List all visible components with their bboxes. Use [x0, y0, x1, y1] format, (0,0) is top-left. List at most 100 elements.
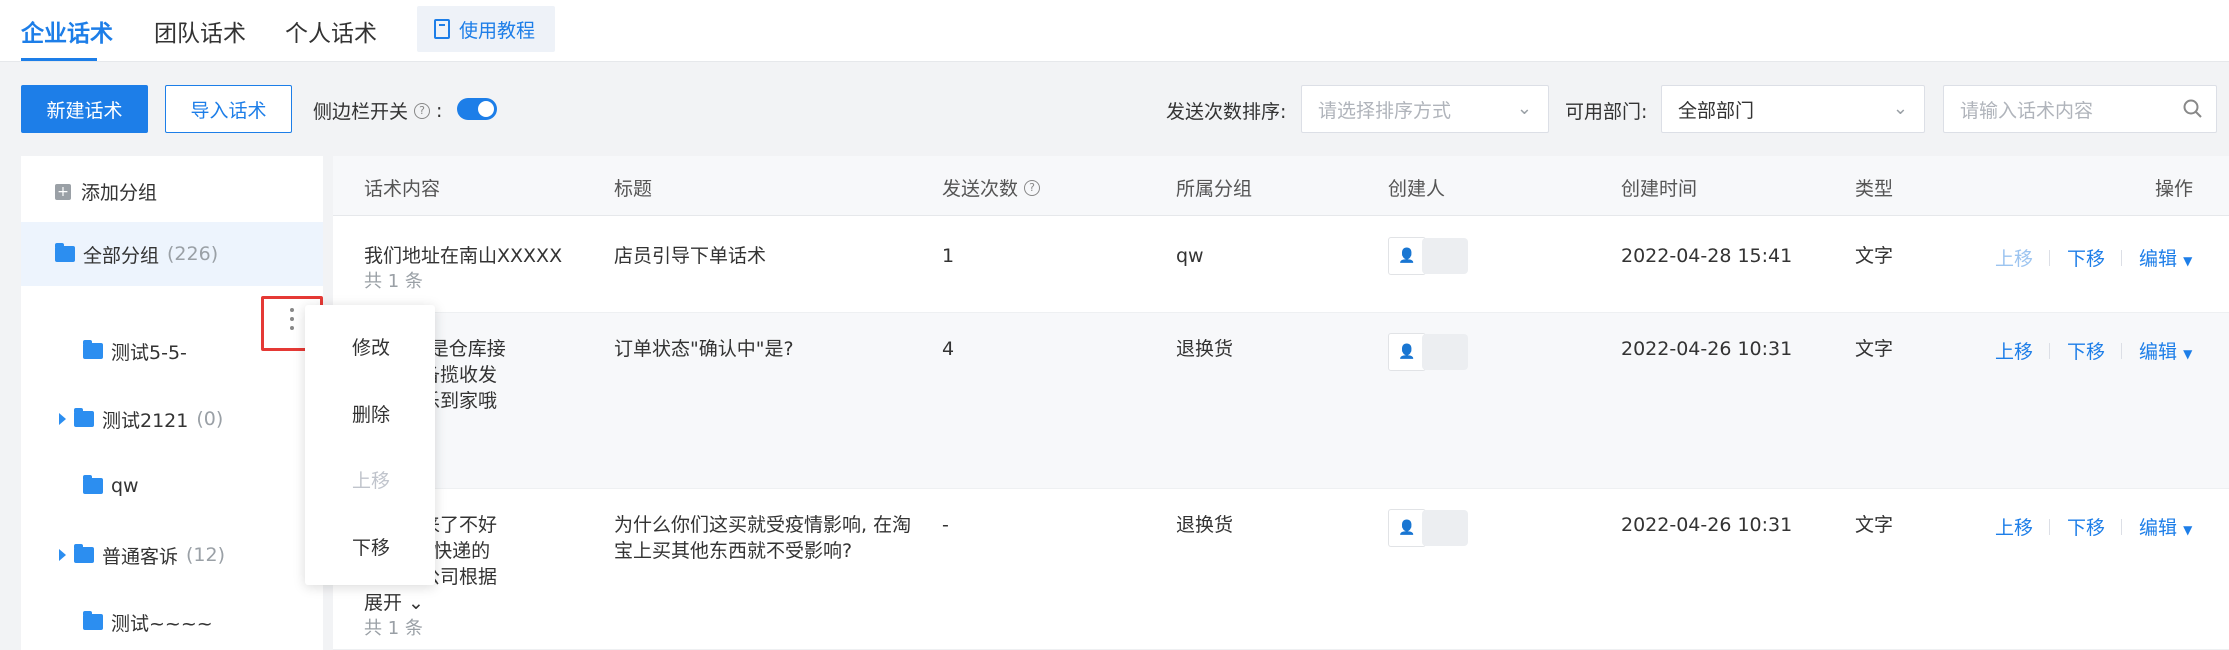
top-tab-bar: 企业话术 团队话术 个人话术 使用教程	[0, 0, 2229, 62]
plus-icon: +	[55, 183, 71, 200]
menu-item-move-up[interactable]: 上移	[352, 466, 390, 493]
sidebar-item-complaints[interactable]: 普通客诉 (12)	[21, 523, 323, 587]
col-content: 话术内容	[364, 178, 441, 200]
row-type: 文字	[1855, 338, 1894, 360]
active-tab-indicator	[21, 58, 97, 61]
sidebar-switch-label: 侧边栏开关 ? :	[313, 99, 443, 124]
sidebar-item-test-tilde[interactable]: 测试~~~~	[21, 590, 323, 650]
move-up-button[interactable]: 上移	[1995, 244, 2033, 271]
row-type: 文字	[1855, 514, 1894, 536]
search-icon[interactable]	[2182, 98, 2204, 120]
edit-button[interactable]: 编辑 ▼	[2139, 244, 2192, 271]
search-input[interactable]: 请输入话术内容	[1943, 85, 2217, 133]
col-creator: 创建人	[1388, 178, 1446, 200]
col-type: 类型	[1855, 178, 1894, 200]
caret-down-icon: ▼	[2183, 523, 2193, 537]
folder-icon	[74, 408, 94, 427]
col-title: 标题	[614, 178, 653, 200]
expand-toggle[interactable]: 展开 ⌄	[364, 590, 497, 616]
creator-avatar: 👤	[1388, 508, 1474, 548]
row-group: qw	[1176, 245, 1204, 267]
caret-down-icon: ▼	[2183, 347, 2193, 361]
tutorial-button[interactable]: 使用教程	[417, 6, 555, 52]
caret-down-icon: ▼	[2183, 254, 2193, 268]
move-up-button[interactable]: 上移	[1995, 337, 2033, 364]
row-count: -	[942, 514, 949, 536]
dept-label: 可用部门:	[1565, 101, 1648, 123]
divider	[2121, 250, 2122, 266]
folder-icon	[83, 611, 103, 630]
sort-label: 发送次数排序:	[1166, 101, 1287, 123]
tutorial-label: 使用教程	[459, 19, 536, 42]
chevron-down-icon: ⌄	[1892, 98, 1908, 119]
more-vertical-icon	[288, 308, 296, 330]
divider	[2049, 343, 2050, 359]
divider	[2049, 250, 2050, 266]
folder-icon	[74, 544, 94, 563]
creator-name-redacted	[1422, 238, 1468, 274]
sidebar-item-test2121[interactable]: 测试2121 (0)	[21, 387, 323, 451]
book-icon	[434, 19, 450, 39]
divider	[2121, 343, 2122, 359]
row-title: 店员引导下单话术	[614, 245, 767, 267]
col-actions: 操作	[2155, 178, 2194, 200]
col-created-time: 创建时间	[1621, 178, 1698, 200]
menu-item-edit[interactable]: 修改	[352, 333, 390, 360]
creator-avatar: 👤	[1388, 236, 1474, 276]
user-icon: 👤	[1388, 509, 1426, 547]
row-title: 订单状态"确认中"是?	[614, 338, 794, 360]
row-count: 1	[942, 245, 955, 267]
creator-name-redacted	[1422, 334, 1468, 370]
add-group-button[interactable]: + 添加分组	[55, 178, 157, 205]
tab-personal[interactable]: 个人话术	[285, 14, 377, 48]
edit-button[interactable]: 编辑 ▼	[2139, 337, 2192, 364]
move-down-button[interactable]: 下移	[2067, 337, 2105, 364]
sidebar-item-qw[interactable]: qw	[21, 454, 323, 518]
menu-item-delete[interactable]: 删除	[352, 400, 390, 427]
table-row: 给您带来了不好 验, 目前快递的 是物流公司根据 展开 ⌄ 共 1 条 为什么你…	[333, 489, 2229, 650]
divider	[2121, 519, 2122, 535]
sidebar-toggle[interactable]	[457, 98, 497, 120]
row-time: 2022-04-28 15:41	[1621, 245, 1793, 267]
import-script-button[interactable]: 导入话术	[165, 85, 292, 133]
table-header: 话术内容 标题 发送次数 ? 所属分组 创建人 创建时间 类型 操作	[333, 156, 2229, 216]
help-icon[interactable]: ?	[1024, 179, 1041, 196]
table-row: 我们地址在南山XXXXX 共 1 条 店员引导下单话术 1 qw 👤 2022-…	[333, 216, 2229, 313]
script-table: 话术内容 标题 发送次数 ? 所属分组 创建人 创建时间 类型 操作 我们地址在…	[333, 156, 2229, 650]
row-group: 退换货	[1176, 338, 1234, 360]
tab-enterprise[interactable]: 企业话术	[21, 14, 113, 48]
caret-right-icon[interactable]	[59, 549, 66, 561]
folder-icon	[83, 340, 103, 359]
dept-select[interactable]: 全部部门 ⌄	[1661, 85, 1925, 133]
sort-placeholder: 请选择排序方式	[1318, 99, 1452, 122]
row-time: 2022-04-26 10:31	[1621, 338, 1793, 360]
help-icon[interactable]: ?	[414, 102, 431, 119]
folder-icon	[83, 475, 103, 494]
folder-icon	[55, 243, 75, 262]
chevron-down-icon: ⌄	[1516, 98, 1532, 119]
sidebar-item-all[interactable]: 全部分组 (226)	[21, 222, 323, 286]
user-icon: 👤	[1388, 333, 1426, 371]
row-type: 文字	[1855, 245, 1894, 267]
search-placeholder: 请输入话术内容	[1960, 99, 2094, 122]
creator-name-redacted	[1422, 510, 1468, 546]
table-row: 确认中"是仓库接 快递准备揽收发 期待快乐到家哦 订单状态"确认中"是? 4 退…	[333, 313, 2229, 489]
caret-right-icon[interactable]	[59, 413, 66, 425]
tab-team[interactable]: 团队话术	[154, 14, 246, 48]
col-send-count[interactable]: 发送次数 ?	[942, 174, 1041, 201]
row-title: 为什么你们这买就受疫情影响, 在淘 宝上买其他东西就不受影响?	[614, 514, 912, 562]
col-group: 所属分组	[1176, 178, 1253, 200]
all-group-count: (226)	[167, 243, 219, 265]
row-count: 4	[942, 338, 955, 360]
group-sidebar: + 添加分组 全部分组 (226) 测试5-5- 测试2121 (0) qw 普…	[21, 156, 323, 650]
new-script-button[interactable]: 新建话术	[21, 85, 148, 133]
edit-button[interactable]: 编辑 ▼	[2139, 513, 2192, 540]
dept-value: 全部部门	[1678, 99, 1755, 122]
move-up-button[interactable]: 上移	[1995, 513, 2033, 540]
move-down-button[interactable]: 下移	[2067, 513, 2105, 540]
creator-avatar: 👤	[1388, 332, 1474, 372]
move-down-button[interactable]: 下移	[2067, 244, 2105, 271]
menu-item-move-down[interactable]: 下移	[352, 533, 390, 560]
user-icon: 👤	[1388, 237, 1426, 275]
sort-select[interactable]: 请选择排序方式 ⌄	[1301, 85, 1549, 133]
